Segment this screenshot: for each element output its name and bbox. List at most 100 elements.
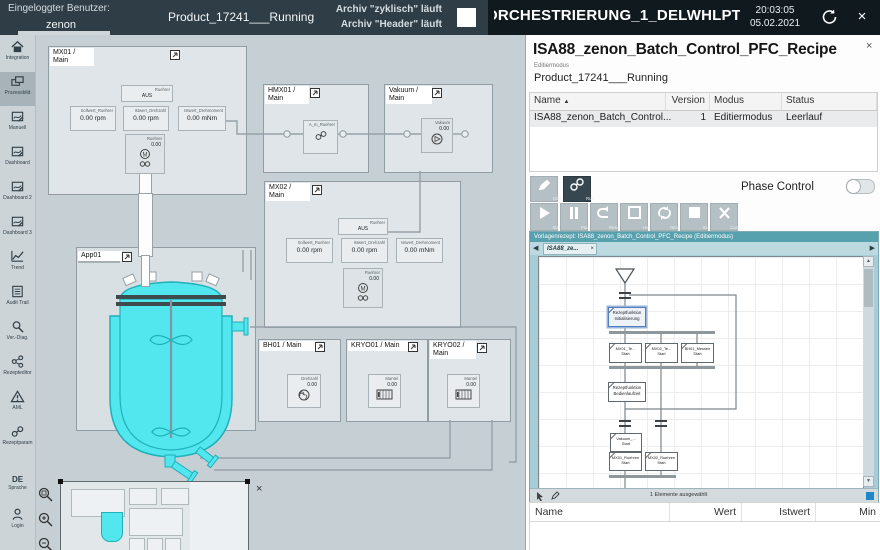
logged-in-label: Eingeloggter Benutzer: [8,3,110,14]
pfc-canvas[interactable]: Rezeptfunktion Initialisierung MX01_Te...… [538,256,864,489]
col-status[interactable]: Status [782,93,877,110]
mx01-state-box[interactable]: Ruehrer AUS [121,85,173,102]
heat-exchanger-icon [376,389,393,400]
refresh-icon[interactable] [818,6,840,28]
pfc-phase-vakuum[interactable]: Vakuum_... Start [610,433,642,452]
window-restore-icon[interactable] [457,8,476,27]
expand-icon-app01[interactable] [122,252,132,262]
sidebar-item-aml[interactable]: AML [0,387,35,421]
mx02-state-box[interactable]: Ruehrer AUS [338,218,388,235]
pfc-transition[interactable] [655,420,667,427]
mx01-torque-box: Istwert_Drehmoment 0.00 mNm [178,106,226,131]
zoom-in-icon[interactable] [37,511,54,528]
scroll-up-icon[interactable]: ▲ [863,256,874,267]
minimap-handle-right[interactable] [245,479,250,484]
pause-icon [570,207,578,219]
mx01-motor[interactable]: Ruehrer 0.00 M [125,134,165,174]
pfc-recipe-tab[interactable]: ISA88_ze... × [543,243,597,255]
motor-icon: M [139,149,151,167]
param-col-wert[interactable]: Wert [670,503,742,521]
pfc-phase-mx02-te[interactable]: MX02_Te... Start [645,343,678,363]
scroll-down-icon[interactable]: ▼ [863,476,874,487]
play-icon [540,207,550,219]
sidebar-item-login[interactable]: Login [0,505,35,543]
sidebar-item-manuell[interactable]: Manuell [0,107,35,141]
minimap[interactable] [60,481,249,550]
tab-close-icon[interactable]: × [590,244,594,255]
sidebar-item-sprache[interactable]: DE Sprache [0,472,35,502]
sidebar-item-prozessbild[interactable]: Prozessbild [0,72,35,106]
expand-icon-hmx01[interactable] [310,88,320,98]
minimap-close-icon[interactable]: × [256,483,262,495]
toggle-knob [846,179,861,194]
recipe-table-row[interactable]: ISA88_zenon_Batch_Control... 1 Editiermo… [530,111,877,127]
sidebar-item-dashboard[interactable]: Dashboard [0,142,35,176]
batch-panel-close-icon[interactable]: × [866,40,872,52]
expand-icon-bh01[interactable] [315,342,325,352]
param-col-min[interactable]: Min [816,503,880,521]
col-modus[interactable]: Modus [710,93,782,110]
pause-button[interactable]: Pause [560,203,593,231]
hmx01-equipment-box[interactable]: A_m_Ruehrer [303,120,338,154]
phase-control-toggle[interactable] [846,179,875,194]
tab-scroll-right-icon[interactable]: ▶ [870,244,875,252]
kryo02-equipment-box[interactable]: Mantel 0.00 [447,374,480,408]
navigation-sidebar: Integration Prozessbild Manuell Dashboar… [0,35,36,550]
hold-button[interactable]: Hold [620,203,651,231]
sidebar-item-integration[interactable]: Integration [0,37,35,71]
pfc-vertical-scrollbar[interactable]: ▲ ▼ [863,256,874,487]
close-window-icon[interactable]: × [851,6,873,28]
sidebar-item-rezepteditor[interactable]: Rezepteditor [0,352,35,386]
pfc-phase-mx01-ruehren[interactable]: MX01_Ruehren Start [609,452,642,471]
pfc-step-initialisierung[interactable]: Rezeptfunktion Initialisierung [608,307,646,327]
panel-chart-icon [11,111,24,122]
col-name[interactable]: Name ▲ [530,93,666,110]
home-icon [11,40,24,53]
expand-icon-vakuum[interactable] [432,88,442,98]
sidebar-item-ver-diag[interactable]: Ver.-Diag. [0,317,35,351]
bh01-equipment-box[interactable]: Drehzahl 0.00 [287,374,321,408]
vakuum-pump-box[interactable]: Vakuum 0.00 [421,118,453,153]
expand-icon-kryo01[interactable] [408,342,418,352]
stop-button[interactable]: Stop [680,203,711,231]
cancel-button[interactable]: Cancel [710,203,744,231]
col-version[interactable]: Version [666,93,710,110]
restart-button[interactable]: Restart [650,203,684,231]
mx02-motor[interactable]: Ruehrer 0.00 M [343,268,383,308]
zoom-region-icon[interactable] [37,486,54,503]
minimap-handle-left[interactable] [58,479,63,484]
mx02-setpoint-box: Sollwert_Ruehrer 0.00 rpm [286,238,333,263]
run-button[interactable]: Run [563,176,594,202]
param-col-name[interactable]: Name [530,503,670,521]
expand-icon-kryo02[interactable] [477,343,487,353]
pfc-transition[interactable] [619,420,631,427]
project-title: ORCHESTRIERUNG_1_DELWHLPT02 [494,7,740,24]
scrollbar-thumb[interactable] [864,269,873,307]
zoom-out-icon[interactable] [37,536,54,550]
sidebar-item-trend[interactable]: Trend [0,247,35,281]
sidebar-item-rezeptparam[interactable]: Rezeptparam [0,422,35,456]
sidebar-item-dashboard-3[interactable]: Dashboard 3 [0,212,35,246]
pfc-phase-mx02-ruehren[interactable]: MX02_Ruehren Start [645,452,678,471]
parameter-table: Name Wert Istwert Min [529,502,880,550]
start-button[interactable]: Start [530,203,562,231]
tab-scroll-left-icon[interactable]: ◀ [533,244,538,252]
language-code: DE [11,475,24,484]
minimap-mx02 [129,508,183,536]
pfc-transition[interactable] [619,292,631,299]
resume-button[interactable]: Resume [590,203,625,231]
edit-button[interactable]: Edit [530,176,561,202]
stirrer-icon [315,131,327,140]
expand-icon-mx01[interactable] [170,50,180,60]
param-col-istwert[interactable]: Istwert [742,503,816,521]
stop-icon [689,207,700,218]
kryo01-equipment-box[interactable]: Mantel 0.00 [368,374,401,408]
pfc-step-bedienlaufzeit[interactable]: Rezeptfunktion Bedienlaufzeit [608,382,646,402]
pfc-phase-bh01-messen[interactable]: BH01_Messen Start [681,343,714,363]
expand-icon-mx02[interactable] [312,185,322,195]
sidebar-item-dashboard-2[interactable]: Dashboard 2 [0,177,35,211]
sidebar-item-audit-trail[interactable]: Audit Trail [0,282,35,316]
pfc-phase-mx01-te[interactable]: MX01_Te... Start [609,343,642,363]
mx01-setpoint-box: Sollwert_Ruehrer 0.00 rpm [70,106,116,131]
status-indicator [866,492,874,500]
